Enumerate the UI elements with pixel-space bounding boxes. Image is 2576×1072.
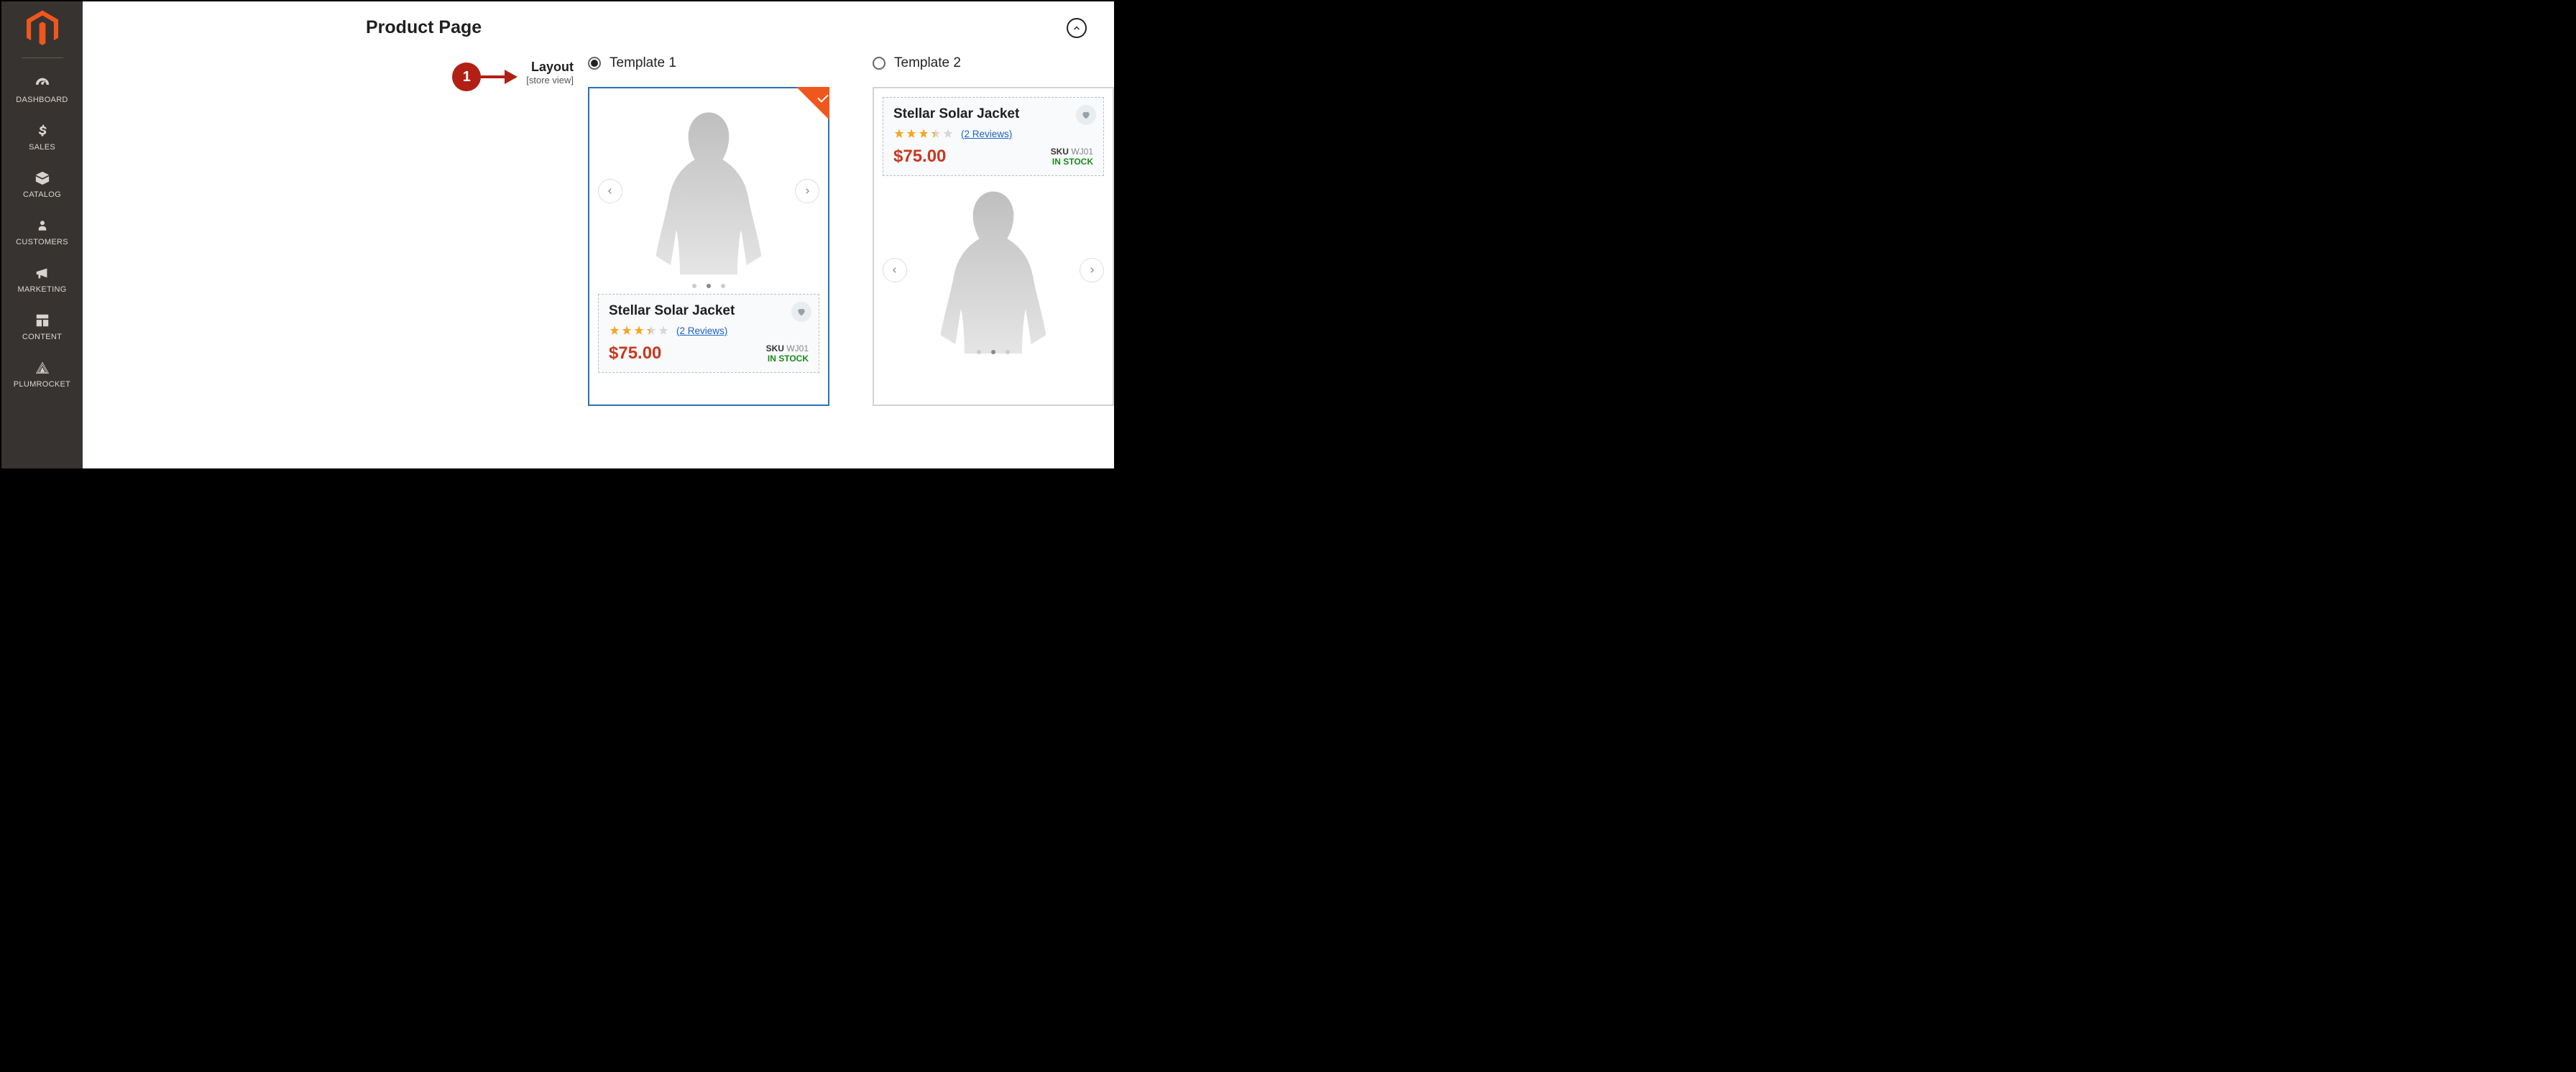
sidebar-label: PLUMROCKET (14, 380, 70, 389)
star-rating (893, 128, 954, 139)
option-label: Template 1 (610, 55, 676, 71)
option-label: Template 2 (894, 55, 961, 71)
product-name: Stellar Solar Jacket (893, 106, 1093, 122)
layout-scope: [store view] (526, 75, 574, 86)
layout-label: Layout (526, 60, 574, 75)
box-icon (32, 169, 53, 188)
placeholder-person-icon (936, 187, 1051, 354)
person-icon (32, 216, 53, 235)
sidebar-item-sales[interactable]: SALES (1, 114, 83, 162)
sidebar-item-marketing[interactable]: MARKETING (1, 257, 83, 304)
product-info-box: Stellar Solar Jacket (2 Reviews) (883, 97, 1104, 176)
sidebar-item-plumrocket[interactable]: PLUMROCKET (1, 351, 83, 399)
wishlist-button[interactable] (791, 302, 811, 322)
layout-icon (32, 311, 53, 330)
sidebar-item-customers[interactable]: CUSTOMERS (1, 209, 83, 257)
triangle-icon (32, 359, 53, 377)
product-info-box: Stellar Solar Jacket (2 Reviews) (598, 294, 819, 373)
sidebar-item-dashboard[interactable]: DASHBOARD (1, 67, 83, 114)
rating-row: (2 Reviews) (609, 325, 809, 336)
carousel-next-button[interactable] (795, 179, 819, 203)
layout-option-template2: Template 2 Stellar Solar Jacket (873, 55, 1114, 406)
carousel-dots[interactable] (874, 350, 1113, 354)
sidebar-label: CUSTOMERS (16, 238, 68, 246)
layout-options: Template 1 (581, 55, 1114, 406)
sidebar-label: CATALOG (23, 190, 61, 199)
dollar-icon (32, 121, 53, 140)
section-header: Product Page (83, 1, 1114, 48)
carousel-next-button[interactable] (1080, 258, 1104, 282)
sidebar-label: DASHBOARD (16, 96, 68, 104)
product-name: Stellar Solar Jacket (609, 303, 809, 319)
annotation-number: 1 (452, 63, 481, 91)
field-label: Layout [store view] (526, 57, 574, 86)
stock-status: IN STOCK (1051, 157, 1093, 167)
template1-preview[interactable]: Stellar Solar Jacket (2 Reviews) (588, 87, 829, 406)
magento-logo-icon[interactable] (26, 10, 59, 47)
main-panel: Product Page 1 Layout [store view] (83, 1, 1114, 468)
annotation-callout: 1 (452, 57, 518, 91)
radio-template2[interactable] (873, 57, 886, 70)
page-title: Product Page (366, 17, 482, 38)
megaphone-icon (32, 264, 53, 282)
placeholder-person-icon (651, 108, 766, 274)
collapse-toggle[interactable] (1067, 18, 1087, 38)
sidebar-label: SALES (29, 143, 55, 152)
radio-template1[interactable] (588, 57, 601, 70)
sidebar-item-content[interactable]: CONTENT (1, 304, 83, 351)
stock-status: IN STOCK (766, 354, 809, 364)
sku-stock: SKU WJ01 IN STOCK (1051, 147, 1093, 167)
product-price: $75.00 (609, 343, 661, 364)
gauge-icon (32, 74, 53, 93)
arrow-right-icon (505, 70, 518, 84)
product-image-area (589, 88, 828, 294)
reviews-link[interactable]: (2 Reviews) (961, 129, 1012, 139)
sidebar-label: CONTENT (22, 333, 62, 341)
carousel-prev-button[interactable] (598, 179, 622, 203)
wishlist-button[interactable] (1076, 105, 1096, 125)
template2-preview[interactable]: Stellar Solar Jacket (2 Reviews) (873, 87, 1114, 406)
layout-option-template1: Template 1 (588, 55, 829, 406)
sku-stock: SKU WJ01 IN STOCK (766, 343, 809, 364)
star-rating (609, 325, 669, 336)
rating-row: (2 Reviews) (893, 128, 1093, 139)
sidebar-item-catalog[interactable]: CATALOG (1, 162, 83, 209)
carousel-prev-button[interactable] (883, 258, 907, 282)
product-price: $75.00 (893, 147, 946, 167)
sidebar-label: MARKETING (17, 285, 66, 294)
carousel-dots[interactable] (589, 284, 828, 288)
reviews-link[interactable]: (2 Reviews) (676, 325, 727, 336)
product-image-area (874, 180, 1113, 360)
admin-sidebar: DASHBOARD SALES CATALOG CUSTOMERS MARKET… (1, 1, 83, 468)
